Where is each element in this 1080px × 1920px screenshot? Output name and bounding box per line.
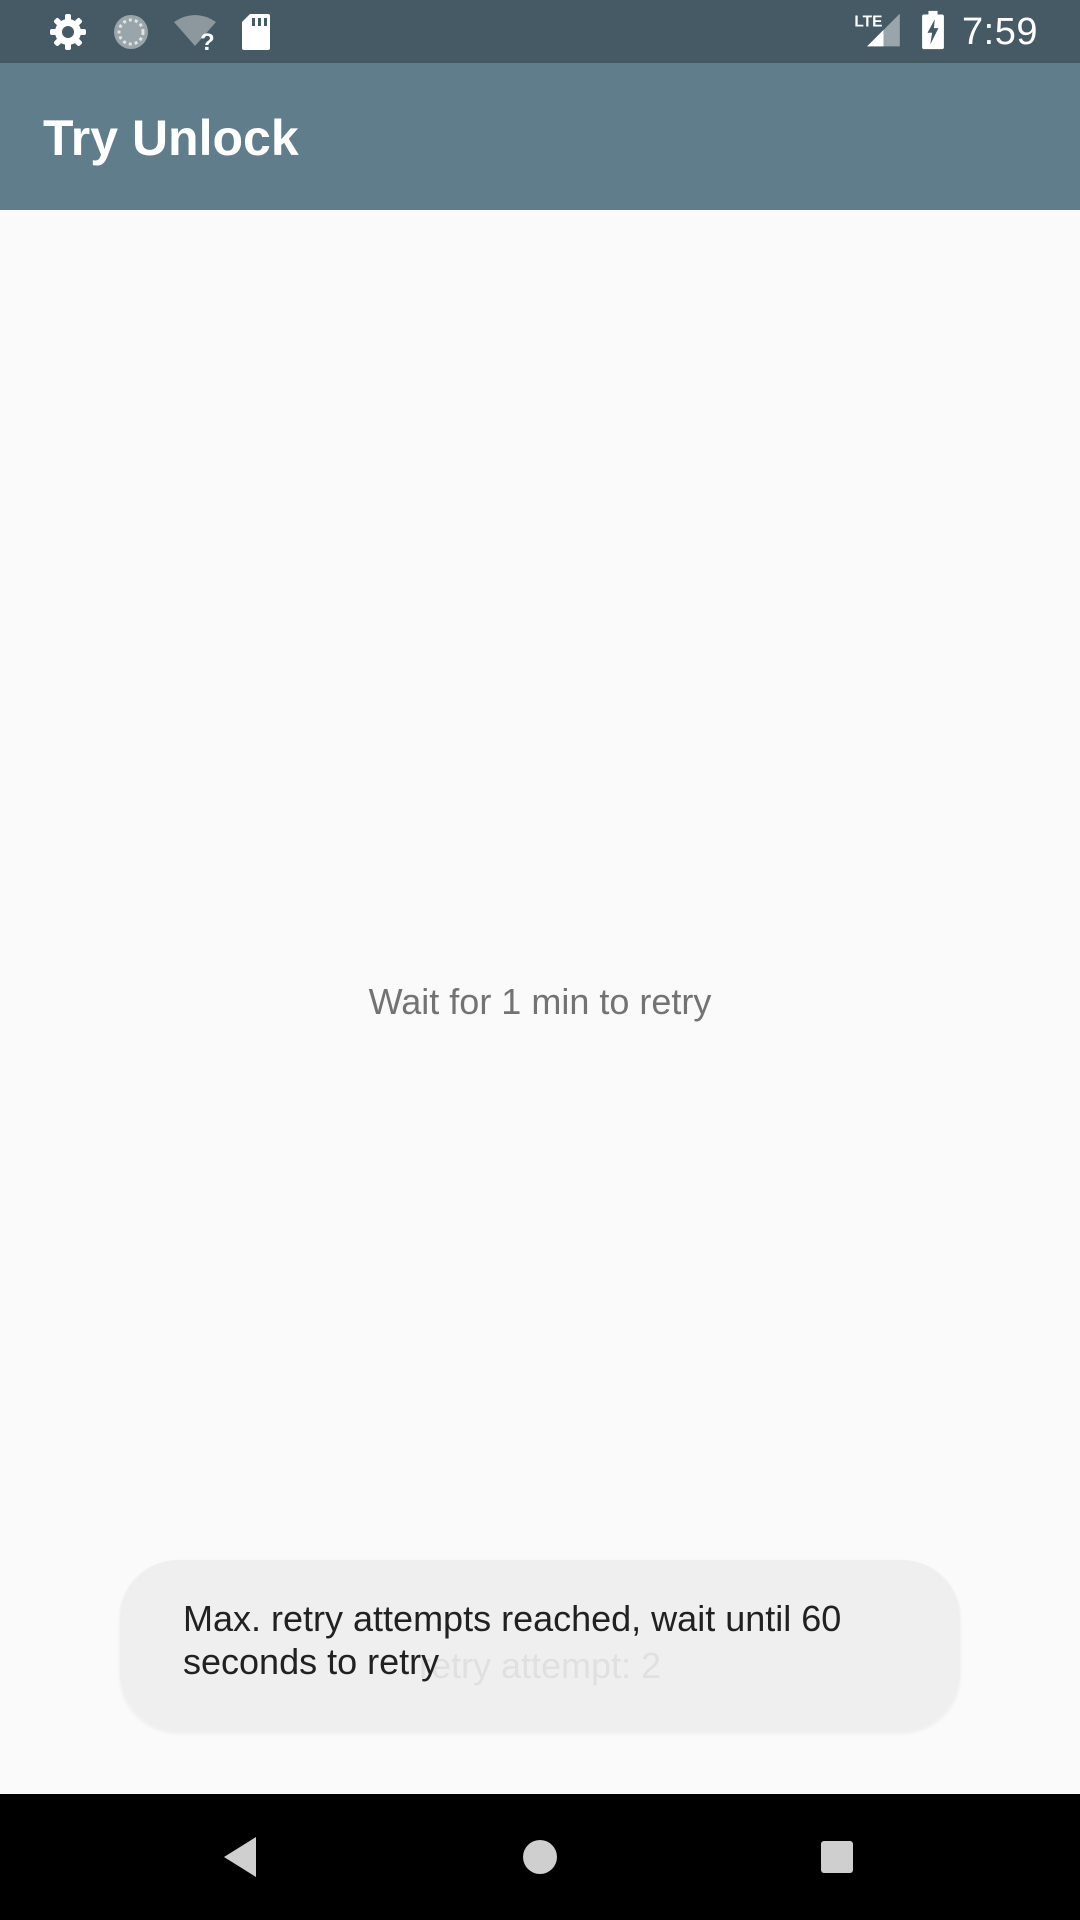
navigation-bar xyxy=(0,1794,1080,1920)
back-icon[interactable] xyxy=(214,1829,270,1885)
gear-icon xyxy=(50,14,86,50)
toast-message: Max. retry attempts reached, wait until … xyxy=(183,1598,842,1682)
home-icon[interactable] xyxy=(512,1829,568,1885)
battery-charging-icon xyxy=(922,10,944,50)
cell-signal-icon: LTE xyxy=(854,13,900,47)
toast: retry attempt: 2 Max. retry attempts rea… xyxy=(120,1560,960,1731)
clock: 7:59 xyxy=(962,11,1038,53)
wifi-unknown-icon: ? xyxy=(174,15,216,52)
network-type-label: LTE xyxy=(854,13,882,30)
wait-message: Wait for 1 min to retry xyxy=(368,981,712,1022)
svg-text:?: ? xyxy=(200,29,215,52)
main-content: Wait for 1 min to retry xyxy=(0,210,1080,1794)
recents-icon[interactable] xyxy=(809,1829,865,1885)
sd-card-icon xyxy=(242,14,270,50)
app-bar: Try Unlock xyxy=(0,63,1080,210)
status-bar: ? LTE 7:59 xyxy=(0,0,1080,63)
page-title: Try Unlock xyxy=(43,110,299,166)
sync-icon xyxy=(114,15,148,49)
